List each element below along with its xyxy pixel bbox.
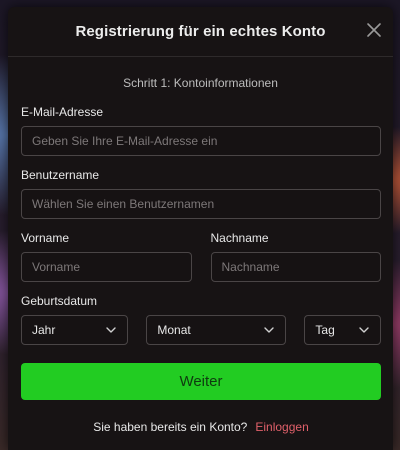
chevron-down-icon [106,327,117,333]
day-select-value: Tag [315,323,335,337]
birthdate-label: Geburtsdatum [21,294,98,308]
firstname-label: Vorname [21,231,70,245]
registration-modal: Registrierung für ein echtes Konto Schri… [8,7,393,450]
lastname-group: Nachname [210,219,381,282]
login-prompt: Sie haben bereits ein Konto? Einloggen [21,420,381,434]
modal-header: Registrierung für ein echtes Konto [8,7,393,57]
month-select[interactable]: Monat [146,315,287,345]
username-field[interactable] [21,189,381,219]
login-link[interactable]: Einloggen [255,420,308,434]
registration-form: E-Mail-Adresse Benutzername Vorname Nach… [8,105,393,434]
modal-title: Registrierung für ein echtes Konto [75,23,326,40]
year-select-value: Jahr [32,323,56,337]
name-row: Vorname Nachname [21,219,381,282]
year-select[interactable]: Jahr [21,315,129,345]
birthdate-row: Jahr Monat Tag [21,315,381,345]
firstname-field[interactable] [21,252,192,282]
lastname-label: Nachname [210,231,269,245]
firstname-group: Vorname [21,219,192,282]
close-icon[interactable] [363,19,385,41]
month-select-value: Monat [157,323,191,337]
step-indicator: Schritt 1: Kontoinformationen [123,76,278,90]
chevron-down-icon [359,327,369,333]
login-prompt-text: Sie haben bereits ein Konto? [93,420,248,434]
lastname-field[interactable] [210,252,381,282]
continue-button[interactable]: Weiter [21,363,381,400]
chevron-down-icon [264,327,275,333]
email-label: E-Mail-Adresse [21,105,104,119]
email-field[interactable] [21,126,381,156]
day-select[interactable]: Tag [304,315,381,345]
username-label: Benutzername [21,168,100,182]
